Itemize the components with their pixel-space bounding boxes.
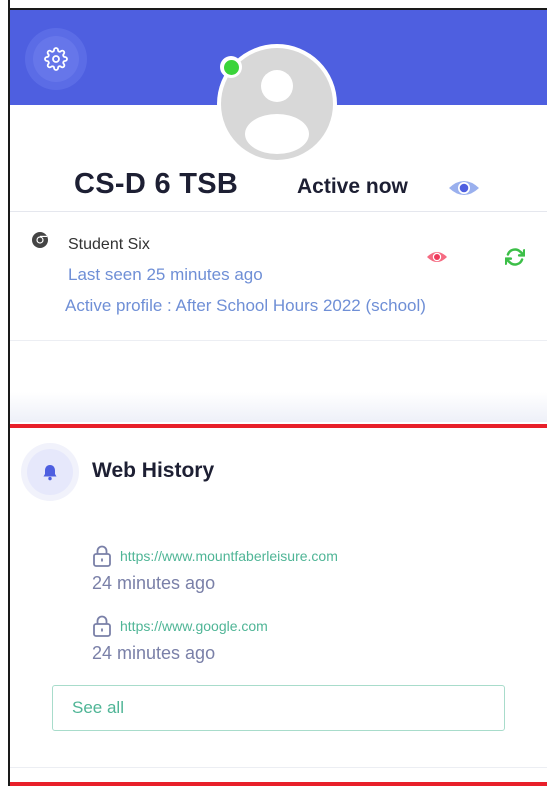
window-top-border [0, 0, 547, 10]
history-url: https://www.google.com [120, 618, 268, 634]
bell-icon [43, 464, 57, 480]
gear-icon [44, 47, 68, 71]
chrome-icon [31, 231, 49, 254]
student-name: Student Six [68, 236, 150, 253]
see-all-button[interactable]: See all [52, 685, 505, 731]
active-status: Active now [297, 175, 408, 198]
online-status-dot [220, 56, 242, 78]
lock-icon [93, 545, 111, 567]
view-activity-button[interactable] [426, 249, 448, 270]
view-device-button[interactable] [448, 177, 480, 204]
divider [10, 211, 547, 212]
eye-icon [449, 181, 479, 195]
section-separator [10, 392, 547, 422]
last-seen-text: Last seen 25 minutes ago [68, 265, 263, 284]
lock-icon [93, 615, 111, 637]
refresh-button[interactable] [504, 247, 526, 272]
eye-icon [427, 252, 447, 262]
history-time: 24 minutes ago [92, 643, 216, 663]
refresh-icon [504, 248, 526, 266]
history-link[interactable]: https://www.google.com [92, 615, 268, 637]
divider [10, 340, 547, 341]
highlight-border-top [10, 424, 547, 428]
list-item: https://www.mountfaberleisure.com 24 min… [92, 545, 338, 594]
highlight-border-bottom [10, 782, 547, 786]
history-url: https://www.mountfaberleisure.com [120, 548, 338, 564]
history-link[interactable]: https://www.mountfaberleisure.com [92, 545, 338, 567]
web-history-title: Web History [92, 459, 215, 482]
divider [10, 767, 547, 768]
active-profile-text: Active profile : After School Hours 2022… [65, 296, 426, 315]
settings-button[interactable] [25, 28, 87, 90]
history-time: 24 minutes ago [92, 573, 216, 593]
window-left-border [0, 0, 10, 786]
web-history-badge [21, 443, 79, 501]
device-name: CS-D 6 TSB [74, 168, 239, 200]
list-item: https://www.google.com 24 minutes ago [92, 615, 268, 664]
